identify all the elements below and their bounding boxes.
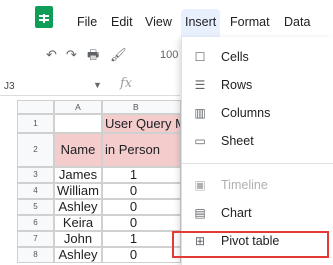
menu-data[interactable]: Data <box>284 15 310 30</box>
table-row-name[interactable]: Keira <box>54 215 102 231</box>
menu-bar: File Edit View Insert Format Data <box>0 0 333 38</box>
menu-item-chart[interactable]: ▤ Chart <box>190 203 328 225</box>
pivot-table-highlight <box>172 231 329 258</box>
row-header-4[interactable]: 4 <box>17 183 54 199</box>
column-header-corner[interactable] <box>17 100 54 114</box>
table-row-value[interactable]: 0 <box>102 183 181 199</box>
row-header-3[interactable]: 3 <box>17 167 54 183</box>
cell-a2[interactable]: Name <box>54 133 102 167</box>
cell-b1[interactable]: User Query M <box>102 114 181 133</box>
formula-bar-divider <box>0 95 180 96</box>
fx-icon: fx <box>120 76 133 91</box>
menu-file[interactable]: File <box>77 15 97 30</box>
sheets-logo-icon[interactable] <box>35 6 53 28</box>
chart-icon: ▤ <box>194 206 206 220</box>
menu-item-cells[interactable]: ☐ Cells <box>190 47 328 69</box>
zoom-select[interactable]: 100 <box>160 49 178 61</box>
table-row-name[interactable]: William <box>54 183 102 199</box>
chevron-down-icon[interactable]: ▼ <box>93 80 102 90</box>
table-row-value[interactable]: 1 <box>102 167 181 183</box>
rows-icon: ☰ <box>194 78 206 92</box>
row-header-6[interactable]: 6 <box>17 215 54 231</box>
cell-b2[interactable]: in Person <box>102 133 181 167</box>
redo-icon[interactable]: ↷ <box>66 48 77 62</box>
row-header-8[interactable]: 8 <box>17 247 54 263</box>
table-row-name[interactable]: John <box>54 231 102 247</box>
table-row-value[interactable]: 1 <box>102 231 181 247</box>
menu-item-rows[interactable]: ☰ Rows <box>190 75 328 97</box>
row-header-1[interactable]: 1 <box>17 114 54 133</box>
table-row-name[interactable]: James <box>54 167 102 183</box>
print-icon[interactable]: 🖶 <box>87 48 99 62</box>
table-row-name[interactable]: Ashley <box>54 247 102 263</box>
menu-edit[interactable]: Edit <box>111 15 133 30</box>
timeline-icon: ▣ <box>194 178 206 192</box>
row-header-5[interactable]: 5 <box>17 199 54 215</box>
table-row-value[interactable]: 0 <box>102 247 181 263</box>
column-header-a[interactable]: A <box>54 100 102 114</box>
name-box[interactable]: J3 <box>4 81 15 92</box>
menu-format[interactable]: Format <box>230 15 270 30</box>
row-header-7[interactable]: 7 <box>17 231 54 247</box>
square-icon: ☐ <box>194 50 206 64</box>
menu-item-timeline: ▣ Timeline <box>194 178 268 192</box>
table-row-value[interactable]: 0 <box>102 215 181 231</box>
undo-icon[interactable]: ↶ <box>46 48 57 62</box>
menu-item-sheet[interactable]: ▭ Sheet <box>190 131 328 153</box>
cell-a1[interactable] <box>54 114 102 133</box>
columns-icon: ▥ <box>194 106 206 120</box>
menu-insert[interactable]: Insert <box>181 9 221 37</box>
row-header-2[interactable]: 2 <box>17 133 54 167</box>
table-row-name[interactable]: Ashley <box>54 199 102 215</box>
menu-divider <box>182 163 333 164</box>
sheet-icon: ▭ <box>194 134 206 148</box>
menu-item-columns[interactable]: ▥ Columns <box>190 103 328 125</box>
paint-format-icon[interactable]: 🖌 <box>110 48 127 62</box>
menu-view[interactable]: View <box>145 15 172 30</box>
table-row-value[interactable]: 0 <box>102 199 181 215</box>
column-header-b[interactable]: B <box>102 100 181 114</box>
